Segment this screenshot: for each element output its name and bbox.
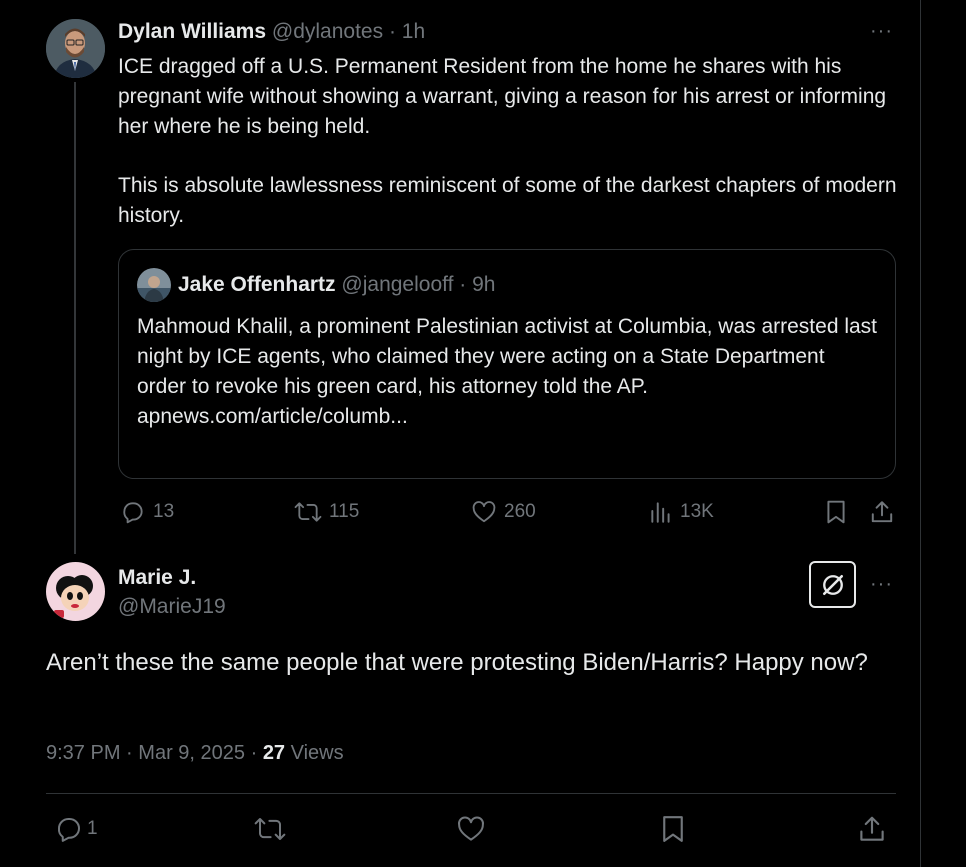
action-bar-divider [46,793,896,794]
heart-icon [458,816,484,841]
reply-button[interactable]: 13 [119,499,174,525]
original-post-text-1: ICE dragged off a U.S. Permanent Residen… [118,55,887,138]
avatar-jake-offenhartz [137,268,171,302]
reply-views-count: 27 [262,742,286,764]
reply-repost-button[interactable] [253,814,287,844]
author-handle[interactable]: @dylanotes [272,20,383,43]
reply-bookmark-button[interactable] [659,814,687,844]
reply-icon [123,502,143,524]
like-count: 260 [504,501,536,522]
reply-like-button[interactable] [455,814,487,844]
reply-share-button[interactable] [857,814,887,844]
reply-views-label: Views [290,742,344,764]
reply-post-text: Aren’t these the same people that were p… [46,649,868,676]
reply-more-icon[interactable]: ··· [870,573,893,596]
bookmark-icon [663,816,683,842]
heart-icon [472,501,496,523]
quoted-post-body: Mahmoud Khalil, a prominent Palestinian … [137,315,878,398]
reply-reply-count: 1 [87,818,98,839]
views-button[interactable]: 13K [648,499,714,525]
reply-post-time[interactable]: 9:37 PM [46,742,120,764]
like-button[interactable]: 260 [470,499,536,525]
quoted-author-name: Jake Offenhartz [178,273,336,296]
reply-author-name[interactable]: Marie J. [118,566,196,590]
reply-author-handle[interactable]: @MarieJ19 [118,595,226,619]
avatar-dylan-williams[interactable] [46,19,105,78]
share-icon [860,816,884,841]
post-time[interactable]: 1h [402,20,425,43]
grok-button[interactable] [809,561,856,608]
share-button[interactable] [869,499,895,525]
bookmark-button[interactable] [824,499,848,525]
reply-reply-button[interactable]: 1 [53,814,98,844]
repost-count: 115 [329,501,360,522]
reply-post-meta: 9:37 PM · Mar 9, 2025 · 27 Views [46,742,344,765]
meta-separator-1: · [126,742,133,764]
thread-connector-line [74,82,76,554]
reply-icon [57,818,80,842]
quoted-post-time: 9h [472,273,496,296]
quoted-post-header: Jake Offenhartz @jangelooff · 9h [178,273,495,297]
meta-separator-2: · [250,742,258,764]
quoted-post-link: apnews.com/article/columb... [137,405,408,428]
repost-button[interactable]: 115 [293,499,359,525]
original-post-text-2: This is absolute lawlessness reminiscent… [118,174,897,227]
reply-post-date[interactable]: Mar 9, 2025 [138,742,245,764]
avatar-marie-j[interactable] [46,562,105,621]
bookmark-icon [827,500,845,524]
quoted-post-text: Mahmoud Khalil, a prominent Palestinian … [137,312,877,432]
author-name[interactable]: Dylan Williams [118,20,266,43]
more-icon[interactable]: ··· [870,20,893,43]
original-post-header: Dylan Williams @dylanotes · 1h [118,20,425,44]
views-count: 13K [680,501,714,522]
quoted-author-handle: @jangelooff [341,273,454,296]
header-separator: · [388,20,396,43]
quoted-header-separator: · [459,273,467,296]
right-column-divider [920,0,921,867]
grok-icon [822,574,843,595]
views-icon [651,502,670,523]
repost-icon [254,818,286,840]
reply-count: 13 [153,501,175,522]
share-icon [871,501,893,523]
repost-icon [294,502,322,522]
